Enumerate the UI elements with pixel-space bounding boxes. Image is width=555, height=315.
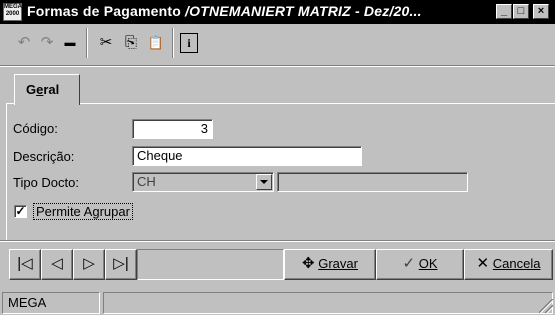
previous-record-icon: ◁ xyxy=(51,255,63,272)
cancela-button[interactable]: ✕ Cancela xyxy=(464,249,553,280)
toolbar-separator xyxy=(0,65,555,67)
paste-icon[interactable]: 📋 xyxy=(145,31,167,55)
resize-grip-icon[interactable] xyxy=(539,299,553,313)
window-title-context: /OTNEMANIERT MATRIZ - Dez/20... xyxy=(185,3,422,19)
maximize-button[interactable]: □ xyxy=(513,4,529,19)
close-button[interactable]: × xyxy=(533,4,549,19)
save-icon: ✥ xyxy=(302,255,315,272)
checkmark-icon: ✓ xyxy=(402,255,416,272)
toolbar: ↶ ↷ ▬ ✂ ⎘ 📋 i xyxy=(0,24,555,65)
chevron-down-icon[interactable] xyxy=(256,174,272,190)
toolbar-divider xyxy=(86,28,88,58)
redo-icon[interactable]: ↷ xyxy=(36,31,58,55)
window-title: Formas de Pagamento /OTNEMANIERT MATRIZ … xyxy=(27,3,422,19)
tipo-docto-select[interactable]: CH xyxy=(132,172,274,192)
first-record-icon: |◁ xyxy=(17,255,33,272)
status-bar: MEGA xyxy=(0,290,555,315)
codigo-label: Código: xyxy=(13,121,58,136)
tipo-docto-description xyxy=(277,172,468,192)
gravar-button[interactable]: ✥ Gravar xyxy=(284,249,376,280)
descricao-input[interactable]: Cheque xyxy=(132,146,362,166)
window-title-main: Formas de Pagamento xyxy=(27,3,181,19)
permite-agrupar-checkbox[interactable]: ✓ xyxy=(14,205,27,218)
permite-agrupar-label[interactable]: Permite Agrupar xyxy=(33,203,133,220)
info-icon[interactable]: i xyxy=(180,33,198,53)
tab-geral[interactable]: Geral xyxy=(14,74,80,105)
descricao-label: Descrição: xyxy=(13,149,75,164)
ok-button[interactable]: ✓ OK xyxy=(376,249,464,280)
mega-app-icon[interactable]: MEGA 2000 xyxy=(3,3,22,21)
next-record-button[interactable]: ▷ xyxy=(73,249,105,280)
minimize-button[interactable]: _ xyxy=(496,4,512,19)
toolbar-divider xyxy=(172,28,174,58)
next-record-icon: ▷ xyxy=(83,255,95,272)
gravar-label: Gravar xyxy=(318,256,358,271)
form-separator xyxy=(0,240,555,242)
status-message xyxy=(103,292,553,314)
cancela-label: Cancela xyxy=(492,256,541,271)
tipo-docto-value: CH xyxy=(137,174,156,189)
cut-icon[interactable]: ✂ xyxy=(95,31,117,55)
ok-label: OK xyxy=(418,256,438,271)
cancel-x-icon: ✕ xyxy=(476,255,490,272)
navigation-spacer xyxy=(137,249,284,280)
status-module: MEGA xyxy=(2,292,100,314)
title-bar: MEGA 2000 Formas de Pagamento /OTNEMANIE… xyxy=(0,0,555,24)
previous-record-button[interactable]: ◁ xyxy=(41,249,73,280)
copy-icon[interactable]: ⎘ xyxy=(120,31,142,55)
last-record-icon: ▷| xyxy=(113,255,129,272)
undo-icon[interactable]: ↶ xyxy=(13,31,35,55)
delete-record-icon[interactable]: ▬ xyxy=(59,31,81,55)
codigo-input[interactable]: 3 xyxy=(132,119,213,139)
first-record-button[interactable]: |◁ xyxy=(9,249,41,280)
tab-geral-label: Geral xyxy=(26,82,60,97)
last-record-button[interactable]: ▷| xyxy=(105,249,137,280)
tipo-docto-label: Tipo Docto: xyxy=(13,175,79,190)
navigation-bar: |◁ ◁ ▷ ▷| ✥ Gravar ✓ OK ✕ Cancela xyxy=(0,244,555,286)
